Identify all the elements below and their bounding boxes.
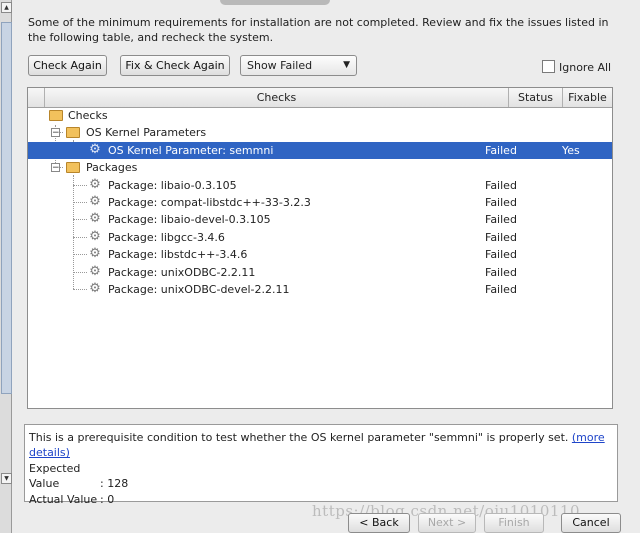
table-row[interactable]: ⚙ Package: libstdc++-3.4.6 Failed bbox=[28, 246, 612, 263]
back-button[interactable]: < Back bbox=[348, 513, 410, 533]
check-status: Failed bbox=[485, 231, 517, 244]
expected-value-label: Expected Value bbox=[29, 462, 81, 490]
expected-value-row: Expected Value : 128 bbox=[29, 461, 613, 491]
table-header: Checks Status Fixable bbox=[28, 88, 612, 108]
table-row[interactable]: ⚙ Package: libgcc-3.4.6 Failed bbox=[28, 229, 612, 246]
gear-icon: ⚙ bbox=[89, 211, 101, 226]
table-row[interactable]: ⚙ Package: compat-libstdc++-33-3.2.3 Fai… bbox=[28, 194, 612, 211]
scroll-up-icon[interactable]: ▲ bbox=[1, 2, 12, 13]
column-header-status[interactable]: Status bbox=[509, 88, 563, 107]
header-decoration bbox=[220, 0, 330, 5]
fix-check-again-button[interactable]: Fix & Check Again bbox=[120, 55, 230, 76]
actual-value-label: Actual Value bbox=[29, 493, 98, 506]
fix-check-again-label: Fix & Check Again bbox=[125, 59, 225, 72]
actual-value: : 0 bbox=[100, 493, 115, 506]
check-name: Package: unixODBC-devel-2.2.11 bbox=[108, 283, 290, 296]
table-row[interactable]: ⚙ Package: libaio-0.3.105 Failed bbox=[28, 177, 612, 194]
scroll-down-icon[interactable]: ▼ bbox=[1, 473, 12, 484]
column-header-checks[interactable]: Checks bbox=[45, 88, 509, 107]
chevron-down-icon: ▼ bbox=[343, 60, 350, 70]
table-row-selected[interactable]: ⚙ OS Kernel Parameter: semmni Failed Yes bbox=[28, 142, 612, 159]
table-row[interactable]: ⚙ Package: unixODBC-devel-2.2.11 Failed bbox=[28, 281, 612, 298]
tree-group-os-kernel[interactable]: − OS Kernel Parameters bbox=[28, 124, 612, 141]
table-row[interactable]: ⚙ Package: unixODBC-2.2.11 Failed bbox=[28, 264, 612, 281]
details-panel: This is a prerequisite condition to test… bbox=[24, 424, 618, 506]
vertical-scrollbar[interactable]: ▲ ▼ bbox=[0, 0, 12, 533]
check-name: Package: libstdc++-3.4.6 bbox=[108, 248, 248, 261]
check-status: Failed bbox=[485, 213, 517, 226]
cancel-button[interactable]: Cancel bbox=[561, 513, 621, 533]
expected-value: : 128 bbox=[100, 477, 129, 490]
folder-icon bbox=[66, 127, 80, 138]
group-label: Packages bbox=[86, 161, 138, 174]
intro-text: Some of the minimum requirements for ins… bbox=[28, 16, 609, 44]
collapse-icon[interactable]: − bbox=[51, 163, 60, 173]
gear-icon: ⚙ bbox=[89, 229, 101, 244]
ignore-all-label: Ignore All bbox=[559, 61, 612, 74]
show-filter-value: Show Failed bbox=[247, 59, 313, 72]
tree-root-label: Checks bbox=[68, 109, 108, 122]
column-header-fixable[interactable]: Fixable bbox=[563, 88, 612, 107]
gear-icon: ⚙ bbox=[89, 281, 101, 296]
check-status: Failed bbox=[485, 283, 517, 296]
gear-icon: ⚙ bbox=[89, 194, 101, 209]
ignore-all-checkbox[interactable]: Ignore All bbox=[542, 60, 611, 74]
details-description-line: This is a prerequisite condition to test… bbox=[29, 430, 613, 460]
folder-icon bbox=[49, 110, 63, 121]
folder-icon bbox=[66, 162, 80, 173]
gear-icon: ⚙ bbox=[89, 142, 101, 157]
check-status: Failed bbox=[485, 266, 517, 279]
tree-root-checks[interactable]: Checks bbox=[28, 107, 612, 124]
check-again-label: Check Again bbox=[33, 59, 102, 72]
gear-icon: ⚙ bbox=[89, 246, 101, 261]
check-name: OS Kernel Parameter: semmni bbox=[108, 144, 274, 157]
gear-icon: ⚙ bbox=[89, 264, 101, 279]
check-name: Package: unixODBC-2.2.11 bbox=[108, 266, 256, 279]
check-status: Failed bbox=[485, 196, 517, 209]
details-description: This is a prerequisite condition to test… bbox=[29, 431, 569, 444]
check-name: Package: compat-libstdc++-33-3.2.3 bbox=[108, 196, 311, 209]
checks-table[interactable]: Checks Status Fixable Checks − OS Kernel… bbox=[27, 87, 613, 409]
scroll-thumb[interactable] bbox=[1, 22, 12, 394]
collapse-icon[interactable]: − bbox=[51, 128, 60, 138]
table-row[interactable]: ⚙ Package: libaio-devel-0.3.105 Failed bbox=[28, 211, 612, 228]
check-status: Failed bbox=[485, 144, 517, 157]
finish-button[interactable]: Finish bbox=[484, 513, 544, 533]
header-spacer bbox=[28, 88, 45, 107]
check-status: Failed bbox=[485, 179, 517, 192]
check-status: Failed bbox=[485, 248, 517, 261]
check-again-button[interactable]: Check Again bbox=[28, 55, 107, 76]
checkbox-icon[interactable] bbox=[542, 60, 555, 73]
gear-icon: ⚙ bbox=[89, 177, 101, 192]
check-name: Package: libaio-0.3.105 bbox=[108, 179, 237, 192]
tree-group-packages[interactable]: − Packages bbox=[28, 159, 612, 176]
check-name: Package: libgcc-3.4.6 bbox=[108, 231, 225, 244]
check-fixable: Yes bbox=[562, 144, 580, 157]
next-button[interactable]: Next > bbox=[418, 513, 476, 533]
show-filter-select[interactable]: Show Failed ▼ bbox=[240, 55, 357, 76]
group-label: OS Kernel Parameters bbox=[86, 126, 207, 139]
check-name: Package: libaio-devel-0.3.105 bbox=[108, 213, 271, 226]
